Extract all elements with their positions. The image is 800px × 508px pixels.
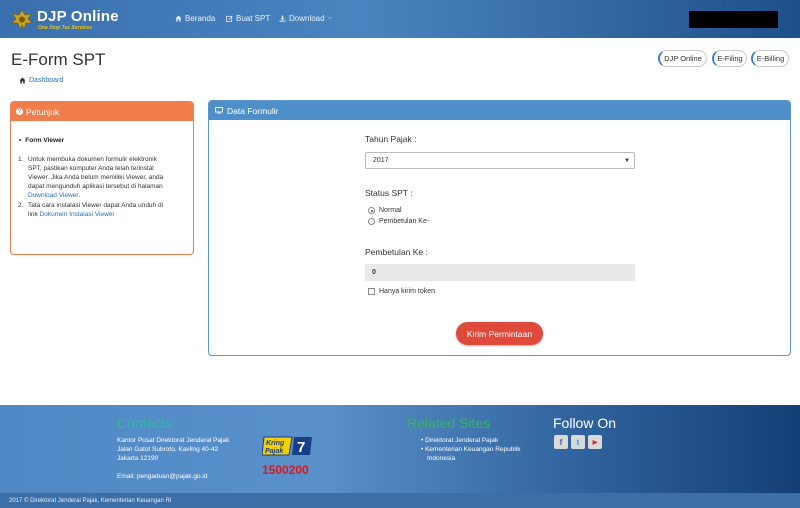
top-navbar: DJP Online One Stop Tax Services Beranda…: [0, 0, 800, 38]
copyright-bar: 2017 © Direktorat Jenderal Pajak, Kement…: [0, 493, 800, 508]
kring-pajak-number: 1500200: [262, 463, 309, 477]
status-normal-label: Normal: [379, 207, 402, 214]
email-label: Email:: [117, 473, 136, 480]
petunjuk-panel: ? Petunjuk • Form Viewer 1. Untuk membuk…: [10, 101, 194, 255]
page-title: E-Form SPT: [11, 50, 106, 69]
data-formulir-panel: Data Formulir Tahun Pajak : 2017 ▼ Statu…: [208, 100, 791, 356]
monitor-icon: [215, 107, 223, 114]
kring-pajak-text: Pajak: [265, 448, 284, 455]
form-viewer-title: Form Viewer: [25, 137, 65, 144]
status-normal-radio[interactable]: [368, 207, 375, 214]
pill-e-billing[interactable]: E-Billing: [751, 50, 789, 67]
email-link[interactable]: pengaduan@pajak.go.id: [137, 473, 208, 480]
status-normal-option[interactable]: Normal: [368, 207, 402, 214]
related-link-kemenkeu[interactable]: • Kementerian Keuangan Republik: [421, 445, 521, 454]
nav-buat-spt-label: Buat SPT: [236, 14, 271, 23]
home-icon: [19, 77, 26, 84]
breadcrumb: Dashboard: [19, 77, 63, 84]
instruction-text: Untuk membuka dokumen formulir elektroni…: [28, 156, 164, 190]
footer: Contacts Kantor Pusat Direktorat Jendera…: [0, 405, 800, 493]
contact-address: Kantor Pusat Direktorat Jenderal Pajak J…: [117, 436, 229, 481]
user-account-menu[interactable]: [689, 11, 778, 28]
nav-download[interactable]: Download ⌵: [279, 14, 332, 23]
nav-download-label: Download: [289, 14, 325, 23]
hanya-kirim-token-checkbox[interactable]: [368, 288, 375, 295]
related-sites-heading: Related Sites: [407, 415, 491, 431]
brand-title[interactable]: DJP Online: [37, 8, 119, 25]
tahun-pajak-label: Tahun Pajak :: [365, 134, 417, 144]
breadcrumb-dashboard-link[interactable]: Dashboard: [29, 77, 63, 84]
nav-buat-spt[interactable]: Buat SPT: [226, 14, 270, 23]
petunjuk-title: Petunjuk: [26, 106, 60, 117]
contacts-heading: Contacts: [117, 415, 173, 431]
edit-icon: [226, 15, 233, 22]
address-line: Kantor Pusat Direktorat Jenderal Pajak: [117, 437, 230, 444]
pill-djp-online[interactable]: DJP Online: [658, 50, 707, 67]
download-viewer-link[interactable]: Download Viewer: [28, 192, 78, 199]
form-viewer-heading: • Form Viewer: [19, 137, 64, 144]
instruction-list: 1. Untuk membuka dokumen formulir elektr…: [18, 155, 168, 220]
download-icon: [279, 15, 286, 22]
chevron-down-icon: ⌵: [327, 15, 333, 21]
instruction-text-end: .: [78, 192, 80, 199]
petunjuk-header: ? Petunjuk: [11, 102, 193, 121]
home-icon: [175, 15, 182, 22]
pembetulan-ke-label: Pembetulan Ke :: [365, 247, 428, 257]
data-formulir-title: Data Formulir: [227, 105, 279, 116]
youtube-icon[interactable]: ▶: [588, 435, 602, 449]
address-line: Jakarta 12190: [117, 455, 159, 462]
instruction-item: 2. Tata cara instalasi Viewer dapat Anda…: [18, 202, 164, 218]
follow-on-heading: Follow On: [553, 415, 617, 431]
copyright-text: 2017 © Direktorat Jenderal Pajak, Kement…: [9, 497, 172, 504]
kring-pajak-text: Kring: [266, 440, 285, 447]
pembetulan-ke-field[interactable]: 0: [365, 264, 635, 281]
nav-beranda[interactable]: Beranda: [175, 14, 215, 23]
tahun-pajak-value: 2017: [373, 157, 389, 164]
tahun-pajak-select[interactable]: 2017 ▼: [365, 152, 635, 169]
garuda-logo-icon[interactable]: [11, 8, 33, 32]
hanya-kirim-token-label: Hanya kirim token: [379, 288, 436, 295]
bullet-icon: •: [19, 137, 22, 144]
twitter-icon[interactable]: t: [571, 435, 585, 449]
pembetulan-ke-value: 0: [372, 269, 376, 276]
status-pembetulan-radio[interactable]: [368, 218, 375, 225]
related-link-djp[interactable]: • Direktorat Jenderal Pajak: [421, 436, 521, 445]
status-pembetulan-label: Pembetulan Ke-: [379, 218, 430, 225]
data-formulir-header: Data Formulir: [209, 101, 790, 120]
address-line: Jalan Gatot Subroto, Kavling 40-42: [117, 446, 219, 453]
kirim-permintaan-button[interactable]: Kirim Permintaan: [456, 322, 543, 345]
dropdown-arrow-icon: ▼: [624, 158, 630, 164]
status-spt-label: Status SPT :: [365, 188, 413, 198]
nav-beranda-label: Beranda: [185, 14, 216, 23]
contact-email-row: Email: pengaduan@pajak.go.id: [117, 472, 229, 481]
pill-e-filing[interactable]: E-Filing: [712, 50, 747, 67]
svg-text:7: 7: [297, 439, 305, 456]
dokumen-instalasi-link[interactable]: Dokumen Instalasi Viewer: [40, 211, 115, 218]
facebook-icon[interactable]: f: [554, 435, 568, 449]
info-icon: ?: [16, 108, 23, 115]
kring-pajak-logo[interactable]: Kring Pajak 7 1500200: [262, 435, 318, 477]
related-link-kemenkeu-cont[interactable]: Indonesia: [421, 454, 521, 463]
status-pembetulan-option[interactable]: Pembetulan Ke-: [368, 218, 429, 225]
hanya-kirim-token-option[interactable]: Hanya kirim token: [368, 288, 435, 295]
instruction-item: 1. Untuk membuka dokumen formulir elektr…: [18, 156, 164, 199]
related-sites-list: • Direktorat Jenderal Pajak • Kementeria…: [421, 436, 521, 463]
brand-tagline: One Stop Tax Services: [38, 25, 93, 31]
